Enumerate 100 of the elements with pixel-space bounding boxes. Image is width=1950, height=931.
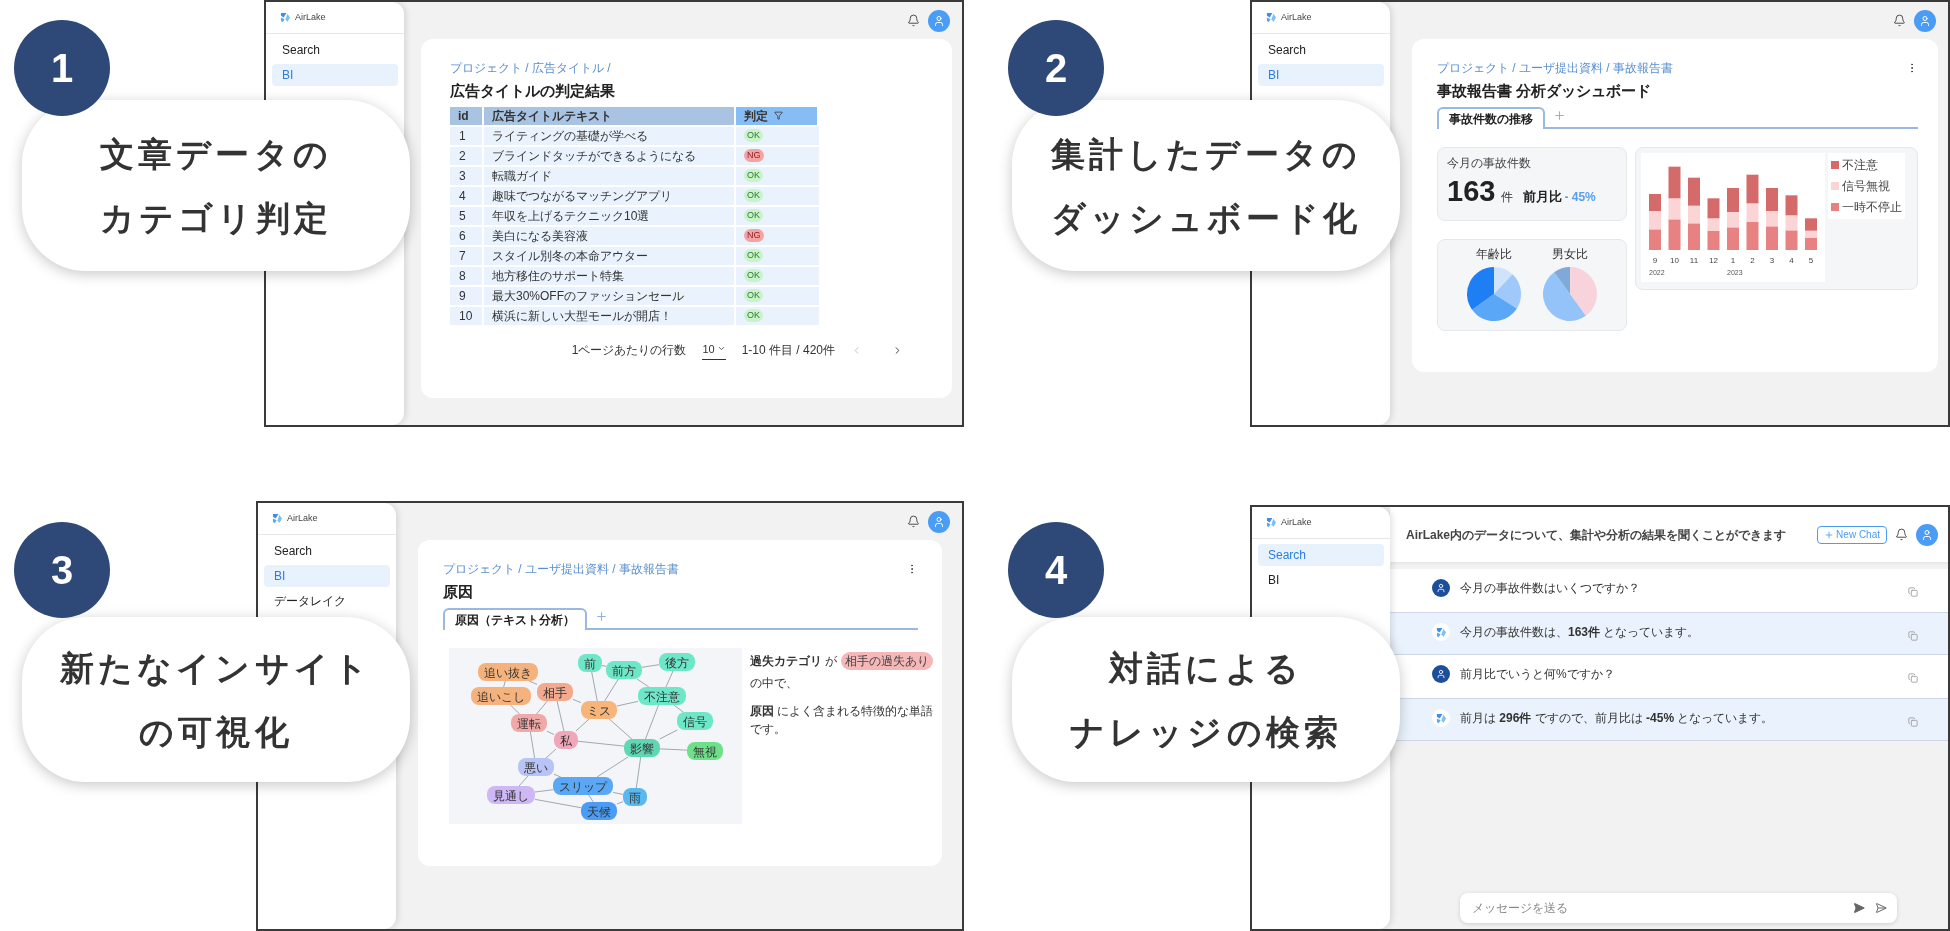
nav-item[interactable]: BI xyxy=(264,565,390,587)
user-icon xyxy=(1436,669,1446,679)
breadcrumb: プロジェクト / ユーザ提出資料 / 事故報告書 xyxy=(443,561,679,578)
graph-node[interactable]: 無視 xyxy=(687,741,723,760)
breadcrumb: プロジェクト / ユーザ提出資料 / 事故報告書 xyxy=(1437,60,1673,77)
notification-bell-icon[interactable] xyxy=(1893,14,1906,27)
user-avatar[interactable] xyxy=(928,510,950,533)
add-tab-icon[interactable] xyxy=(1553,108,1566,122)
table-cell: 10 xyxy=(450,306,484,325)
graph-node[interactable]: 雨 xyxy=(623,787,647,806)
edge-line xyxy=(673,704,684,712)
edge-line xyxy=(665,670,674,687)
message-input[interactable]: メッセージを送る xyxy=(1460,893,1897,923)
copy-icon[interactable] xyxy=(1908,673,1918,683)
status-badge: NG xyxy=(744,229,764,242)
change-value: - 45% xyxy=(1564,188,1596,206)
axis-label: 12 xyxy=(1709,255,1718,265)
graph-node[interactable]: 不注意 xyxy=(638,686,686,705)
axis-label: 4 xyxy=(1789,255,1794,265)
message-field[interactable]: メッセージを送る xyxy=(1472,899,1843,917)
user-avatar[interactable] xyxy=(1916,523,1938,546)
column-header-label: id xyxy=(458,107,469,125)
filter-icon[interactable] xyxy=(774,111,783,120)
rows-per-page-label: 1ページあたりの行数 xyxy=(571,342,687,360)
status-badge: OK xyxy=(744,249,763,262)
user-icon xyxy=(1921,528,1933,541)
table-cell: 4 xyxy=(450,186,484,205)
nav-item[interactable]: Search xyxy=(1258,39,1384,61)
logo-text: AirLake xyxy=(1281,515,1312,529)
stat-value: 163 xyxy=(1447,173,1496,208)
notification-bell-icon[interactable] xyxy=(907,14,920,27)
edge-line xyxy=(536,700,548,714)
edge-line xyxy=(591,671,598,701)
nav-item[interactable]: Search xyxy=(1258,544,1384,566)
send-icon[interactable] xyxy=(1853,902,1865,914)
table-cell: 9 xyxy=(450,286,484,305)
tab[interactable]: 原因（テキスト分析） xyxy=(443,607,587,630)
column-header-label: 判定 xyxy=(744,107,768,125)
graph-node[interactable]: 信号 xyxy=(677,711,713,730)
edge-line xyxy=(534,788,554,792)
graph-node[interactable]: ミス xyxy=(581,700,617,719)
nav-item[interactable]: データレイク xyxy=(264,590,390,612)
graph-node[interactable]: 天候 xyxy=(581,801,617,820)
graph-node[interactable]: 前 xyxy=(578,653,602,672)
description-text: の中で、 xyxy=(750,674,798,692)
rows-per-page-select[interactable]: 10 xyxy=(702,340,726,360)
graph-node[interactable]: 前方 xyxy=(606,660,642,679)
user-avatar[interactable] xyxy=(928,9,950,32)
nav-item[interactable]: BI xyxy=(1258,569,1384,591)
table-cell: 趣味でつながるマッチングアプリ xyxy=(484,186,736,205)
nav-item[interactable]: BI xyxy=(272,64,398,86)
add-tab-icon[interactable] xyxy=(595,609,608,623)
graph-node[interactable]: 追いこし xyxy=(471,686,531,705)
graph-node[interactable]: 後方 xyxy=(659,652,695,671)
status-badge: OK xyxy=(744,209,763,222)
notification-bell-icon[interactable] xyxy=(907,515,920,528)
copy-icon[interactable] xyxy=(1908,631,1918,641)
callout-text: ダッシュボード化 xyxy=(1050,197,1362,239)
edge-line xyxy=(612,791,624,795)
nav-item[interactable]: Search xyxy=(272,39,398,61)
description-text: 過失カテゴリ が xyxy=(750,652,838,670)
legend-label: 信号無視 xyxy=(1842,177,1890,195)
graph-node[interactable]: 見通し xyxy=(487,785,535,804)
table-cell: スタイル別冬の本命アウター xyxy=(484,246,736,265)
edge-line xyxy=(503,680,506,687)
copy-icon[interactable] xyxy=(1908,587,1918,597)
status-badge: OK xyxy=(744,169,763,182)
edge-line xyxy=(601,664,607,667)
page-range: 1-10 件目 / 420件 xyxy=(741,342,835,360)
status-badge: OK xyxy=(744,309,763,322)
status-badge: OK xyxy=(744,129,763,142)
stacked-bar xyxy=(1649,193,1661,250)
graph-node[interactable]: 私 xyxy=(554,730,578,749)
send-icon[interactable] xyxy=(1875,902,1887,914)
edge-line xyxy=(530,731,535,758)
graph-node[interactable]: 運転 xyxy=(511,713,547,732)
table-cell: 横浜に新しい大型モールが開店！ xyxy=(484,306,736,325)
notification-bell-icon[interactable] xyxy=(1895,528,1908,541)
copy-icon[interactable] xyxy=(1908,717,1918,727)
user-icon xyxy=(1436,583,1446,593)
table-cell: 年収を上げるテクニック10選 xyxy=(484,206,736,225)
user-avatar[interactable] xyxy=(1914,9,1936,32)
graph-node[interactable]: 影響 xyxy=(624,738,660,757)
axis-label: 3 xyxy=(1769,255,1775,265)
graph-node[interactable]: 相手 xyxy=(537,682,573,701)
graph-node[interactable]: 悪い xyxy=(518,757,554,776)
stacked-bar xyxy=(1805,217,1817,250)
message-text: 今月の事故件数はいくつですか？ xyxy=(1460,580,1641,597)
stacked-bar xyxy=(1785,194,1798,250)
table-cell: 5 xyxy=(450,206,484,225)
graph-node[interactable]: スリップ xyxy=(553,776,613,795)
nav-item[interactable]: Search xyxy=(264,540,390,562)
graph-node[interactable]: 追い抜き xyxy=(478,662,538,681)
tab[interactable]: 事故件数の推移 xyxy=(1437,106,1545,129)
nav-item[interactable]: BI xyxy=(1258,64,1384,86)
callout-text: 集計したデータの xyxy=(1051,133,1361,175)
stat-unit: 件 xyxy=(1501,188,1514,206)
axis-label: 2 xyxy=(1750,255,1755,265)
axis-label: 10 xyxy=(1670,255,1679,265)
table-cell: 1 xyxy=(450,126,484,145)
